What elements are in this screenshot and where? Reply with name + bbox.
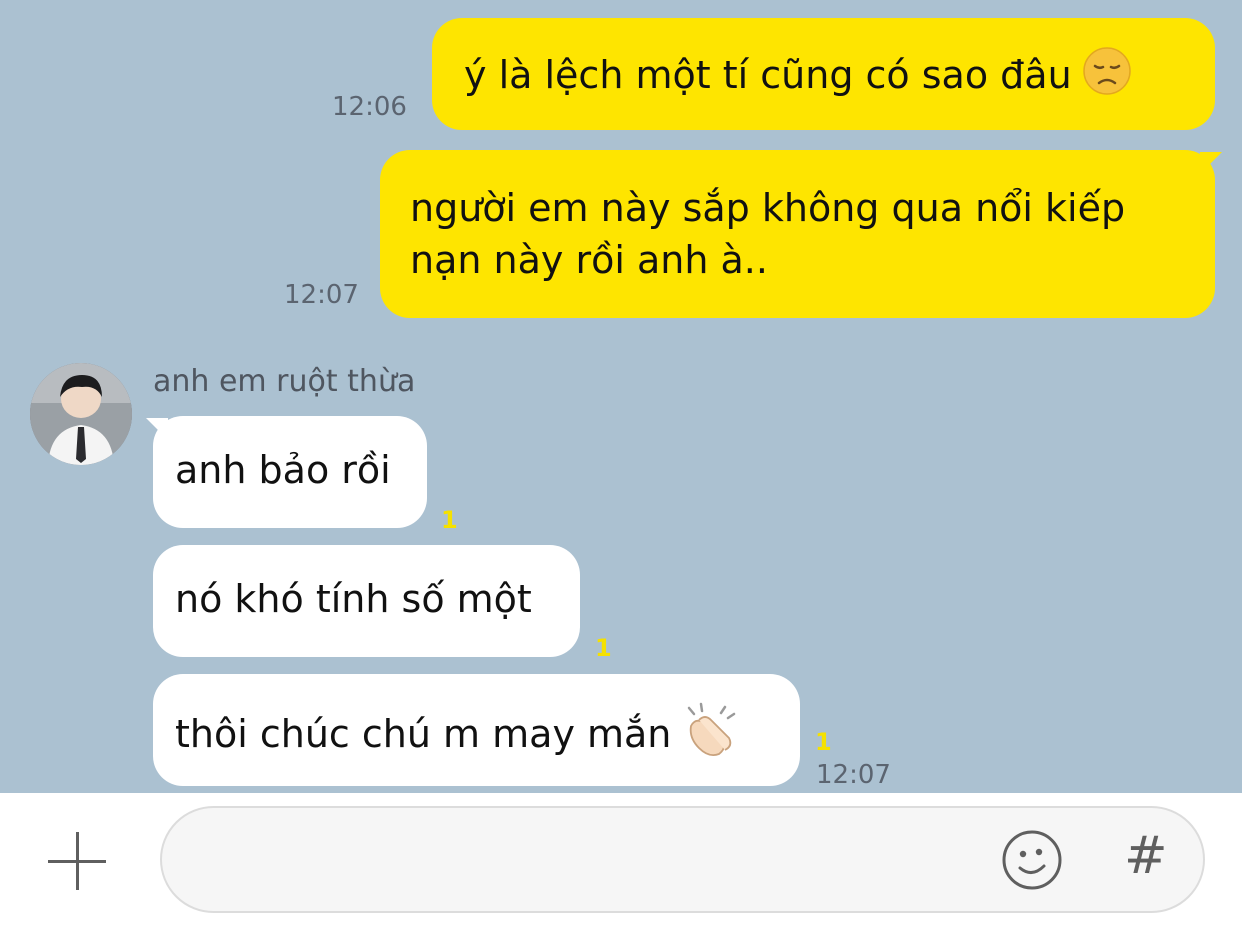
incoming-message-bubble[interactable]: nó khó tính số một: [153, 545, 580, 657]
incoming-message-bubble[interactable]: thôi chúc chú m may mắn: [153, 674, 800, 786]
message-text-line: nạn này rồi anh à..: [410, 238, 768, 282]
bubble-tail: [1200, 152, 1222, 174]
message-text-line: người em này sắp không qua nổi kiếp: [410, 186, 1126, 230]
hashtag-search-button[interactable]: #: [1124, 826, 1168, 886]
emoji-button[interactable]: [1000, 828, 1064, 892]
incoming-message-bubble[interactable]: anh bảo rồi: [153, 416, 427, 528]
message-text: ý là lệch một tí cũng có sao đâu: [464, 53, 1072, 97]
message-text: thôi chúc chú m may mắn: [175, 712, 672, 756]
message-input[interactable]: [192, 836, 992, 886]
clapping-hands-icon: [681, 702, 741, 771]
add-attachment-button[interactable]: [48, 832, 106, 890]
smiley-icon: [1002, 830, 1062, 890]
message-time: 12:06: [332, 92, 407, 122]
message-text: anh bảo rồi: [175, 448, 391, 492]
outgoing-message-bubble[interactable]: ý là lệch một tí cũng có sao đâu: [432, 18, 1215, 130]
chat-area[interactable]: 12:06 ý là lệch một tí cũng có sao đâu 1…: [0, 0, 1242, 793]
outgoing-message-bubble[interactable]: người em này sắp không qua nổi kiếp nạn …: [380, 150, 1215, 318]
unread-count: 1: [595, 634, 612, 662]
message-time: 12:07: [816, 760, 891, 790]
message-text: nó khó tính số một: [175, 577, 532, 621]
message-time: 12:07: [284, 280, 359, 310]
unread-count: 1: [441, 506, 458, 534]
sender-name: anh em ruột thừa: [153, 364, 416, 399]
unread-count: 1: [815, 728, 832, 756]
disappointed-face-icon: [1082, 46, 1132, 109]
sender-avatar[interactable]: [30, 363, 132, 465]
